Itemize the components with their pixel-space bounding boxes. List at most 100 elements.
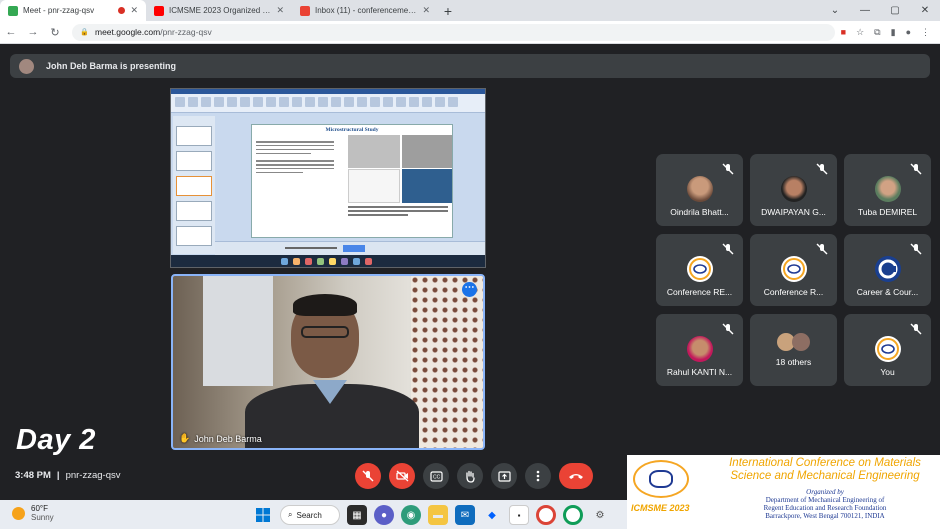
participant-tile[interactable]: Career & Cour...: [844, 234, 931, 306]
edge-icon[interactable]: ◉: [401, 505, 421, 525]
taskbar-apps: ⌕ Search ▦ ● ◉ ▬ ✉ ◆ ▪ ⚙: [253, 505, 610, 525]
mic-off-icon: [910, 323, 922, 335]
presenting-bar: John Deb Barma is presenting: [10, 54, 930, 78]
presenter-name: John Deb Barma: [194, 433, 262, 444]
tab-search-icon[interactable]: ⌄: [820, 0, 850, 21]
slide-thumbnails: [173, 116, 215, 254]
presenter-video-tile[interactable]: ⋯ ✋ John Deb Barma: [171, 274, 485, 450]
gmail-icon: [300, 5, 310, 16]
conference-title: International Conference on Materials Sc…: [711, 457, 939, 482]
chrome-icon[interactable]: [536, 505, 556, 525]
regent-logo-avatar: [687, 256, 713, 282]
participant-name: Conference R...: [763, 287, 824, 297]
more-options-icon[interactable]: ⋯: [462, 282, 477, 297]
participant-name: DWAIPAYAN G...: [761, 207, 826, 217]
camera-in-use-icon[interactable]: ■: [841, 27, 846, 37]
new-tab-button[interactable]: +: [438, 0, 458, 21]
separator: |: [56, 470, 60, 481]
windows-taskbar: 60°F Sunny ⌕ Search ▦ ● ◉ ▬ ✉ ◆ ▪ ⚙: [0, 500, 627, 529]
avatar: [781, 176, 807, 202]
task-view-icon[interactable]: ▦: [347, 505, 367, 525]
participant-tile[interactable]: Oindrila Bhatt...: [656, 154, 743, 226]
micrograph-image: [402, 169, 452, 203]
presenter-avatar: [19, 58, 34, 74]
window-controls: ⌄ — ▢ ✕: [820, 0, 940, 21]
taskbar-app-icon[interactable]: ▪: [509, 505, 529, 525]
avatar: [875, 176, 901, 202]
taskbar-search[interactable]: ⌕ Search: [280, 505, 340, 525]
browser-toolbar: ← → ↻ 🔒 meet.google.com/pnr-zzag-qsv ■ ☆…: [0, 21, 940, 44]
more-vert-icon: [536, 470, 540, 482]
slide-caption: [348, 206, 448, 218]
more-options-button[interactable]: [525, 463, 551, 489]
mic-off-icon: [362, 470, 374, 482]
search-label: Search: [296, 510, 322, 520]
address-bar[interactable]: 🔒 meet.google.com/pnr-zzag-qsv: [72, 23, 835, 41]
back-button[interactable]: ←: [0, 21, 22, 43]
settings-gear-icon[interactable]: ⚙: [590, 505, 610, 525]
browser-tab-strip: Meet - pnr-zzag-qsv ✕ ICMSME 2023 Organi…: [0, 0, 940, 21]
participant-name: Rahul KANTI N...: [666, 367, 733, 377]
sidebar-icon[interactable]: ▮: [891, 27, 896, 38]
slide-bullets: [256, 141, 334, 176]
mic-off-icon: [816, 243, 828, 255]
forward-button[interactable]: →: [22, 21, 44, 43]
recording-dot-icon: [118, 7, 126, 14]
menu-icon[interactable]: ⋮: [921, 27, 930, 38]
mic-off-icon: [722, 163, 734, 175]
participant-tile[interactable]: Rahul KANTI N...: [656, 314, 743, 386]
minimize-button[interactable]: —: [850, 0, 880, 21]
close-tab-icon[interactable]: ✕: [276, 5, 284, 16]
leave-call-button[interactable]: [559, 463, 593, 489]
participant-tile[interactable]: Conference R...: [750, 234, 837, 306]
google-meet-icon: [8, 5, 18, 16]
mic-off-icon: [910, 243, 922, 255]
participant-name: Tuba DEMIREL: [857, 207, 918, 217]
profile-icon[interactable]: ●: [906, 27, 911, 37]
tab-title: Inbox (11) - conferenceme@rege: [315, 6, 417, 15]
bookmark-star-icon[interactable]: ☆: [856, 27, 864, 38]
participant-tile[interactable]: DWAIPAYAN G...: [750, 154, 837, 226]
participant-tile[interactable]: Conference RE...: [656, 234, 743, 306]
mic-off-icon: [722, 323, 734, 335]
svg-text:CC: CC: [433, 474, 441, 480]
presenting-label: John Deb Barma is presenting: [46, 61, 177, 71]
reload-button[interactable]: ↻: [44, 21, 66, 43]
mic-toggle-button[interactable]: [355, 463, 381, 489]
captions-icon: CC: [429, 470, 443, 482]
tab-meet[interactable]: Meet - pnr-zzag-qsv ✕: [0, 0, 146, 21]
start-windows-icon[interactable]: [253, 505, 273, 525]
mic-off-icon: [910, 163, 922, 175]
close-tab-icon[interactable]: ✕: [130, 5, 138, 16]
pin-icon: ✋: [179, 433, 191, 443]
day-label: Day 2: [16, 424, 96, 456]
tab-inbox[interactable]: Inbox (11) - conferenceme@rege ✕: [292, 0, 438, 21]
teams-chat-icon[interactable]: ●: [374, 505, 394, 525]
maximize-button[interactable]: ▢: [880, 0, 910, 21]
dropbox-icon[interactable]: ◆: [482, 505, 502, 525]
participant-name: You: [880, 367, 895, 377]
captions-button[interactable]: CC: [423, 463, 449, 489]
extension-icon[interactable]: ⧉: [874, 27, 880, 38]
meeting-controls: CC: [355, 463, 593, 489]
close-window-button[interactable]: ✕: [910, 0, 940, 21]
others-count: 18 others: [775, 357, 812, 367]
close-tab-icon[interactable]: ✕: [422, 5, 430, 16]
chrome-icon[interactable]: [563, 505, 583, 525]
present-screen-icon: [497, 470, 511, 482]
tab-icmsme[interactable]: ICMSME 2023 Organized by Dep ✕: [146, 0, 292, 21]
camera-toggle-button[interactable]: [389, 463, 415, 489]
conference-logo-label: ICMSME 2023: [631, 503, 690, 513]
mail-icon[interactable]: ✉: [455, 505, 475, 525]
shared-screen[interactable]: Microstructural Study: [170, 88, 486, 268]
file-explorer-icon[interactable]: ▬: [428, 505, 448, 525]
participant-name: Conference RE...: [666, 287, 733, 297]
self-tile[interactable]: You: [844, 314, 931, 386]
raise-hand-button[interactable]: [457, 463, 483, 489]
others-tile[interactable]: 18 others: [750, 314, 837, 386]
participant-tile[interactable]: Tuba DEMIREL: [844, 154, 931, 226]
weather-widget[interactable]: 60°F Sunny: [12, 504, 54, 522]
sun-icon: [12, 506, 25, 520]
present-button[interactable]: [491, 463, 517, 489]
shared-taskbar: [171, 255, 485, 267]
